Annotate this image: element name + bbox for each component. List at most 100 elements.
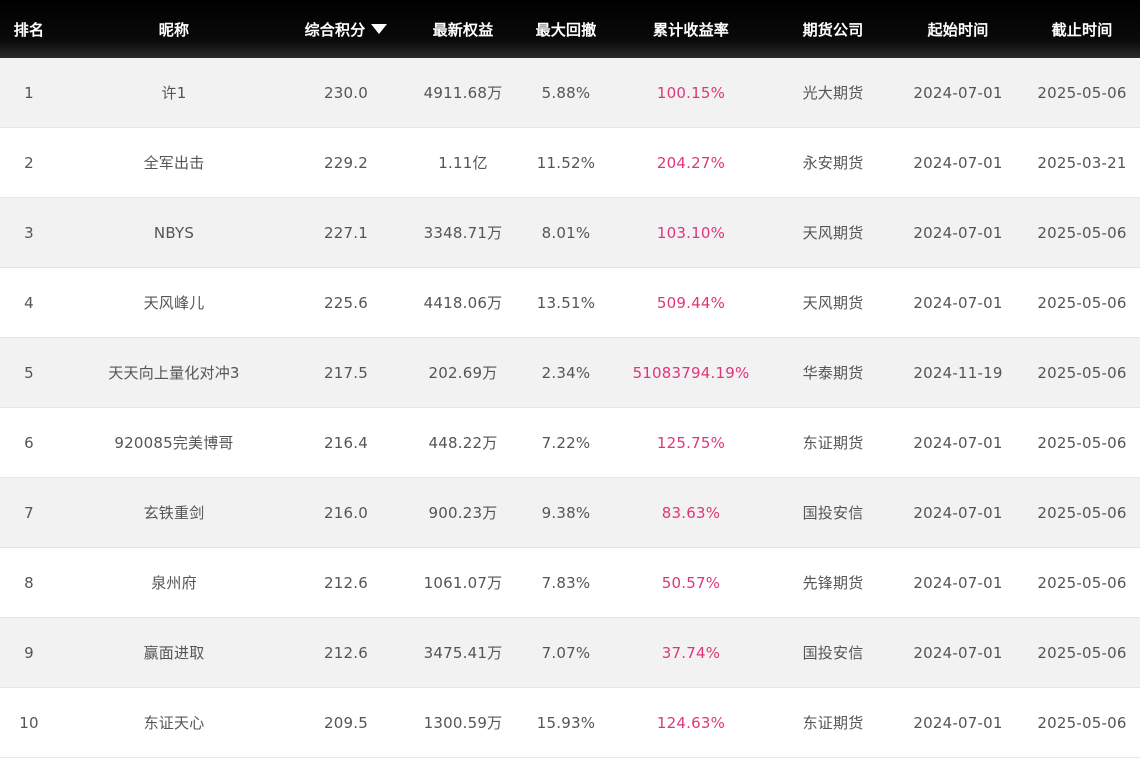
- cell-company: 永安期货: [802, 154, 864, 172]
- table-row[interactable]: 1 许1 230.0 4911.68万 5.88% 100.15% 光大期货 2024-07-…: [0, 58, 1140, 128]
- cell-drawdown: 8.01%: [541, 223, 591, 242]
- cell-nickname: 许1: [161, 84, 187, 102]
- cell-equity: 4418.06万: [423, 294, 503, 312]
- cell-equity: 1061.07万: [423, 574, 503, 592]
- table-row[interactable]: 8 泉州府 212.6 1061.07万 7.83% 50.57% 先锋期货 2024-07-…: [0, 548, 1140, 618]
- cell-end-time: 2025-05-06: [1037, 643, 1127, 662]
- cell-nickname: 天天向上量化对冲3: [108, 364, 240, 382]
- cell-rank: 6: [24, 433, 34, 452]
- header-nickname[interactable]: 昵称: [58, 0, 290, 58]
- cell-end-time: 2025-05-06: [1037, 363, 1127, 382]
- cell-company: 东证期货: [802, 434, 864, 452]
- cell-score: 212.6: [324, 643, 368, 662]
- cell-start-time: 2024-07-01: [913, 293, 1003, 312]
- cell-nickname: 920085完美博哥: [114, 434, 234, 452]
- cell-rank: 8: [24, 573, 34, 592]
- cell-drawdown: 7.22%: [541, 433, 591, 452]
- cell-start-time: 2024-07-01: [913, 83, 1003, 102]
- table-body: 1 许1 230.0 4911.68万 5.88% 100.15% 光大期货 2024-07-…: [0, 58, 1140, 758]
- cell-nickname: 天风峰儿: [143, 294, 205, 312]
- cell-nickname: 东证天心: [143, 714, 205, 732]
- cell-equity: 1300.59万: [423, 714, 503, 732]
- cell-return: 125.75%: [656, 433, 726, 452]
- cell-end-time: 2025-05-06: [1037, 573, 1127, 592]
- cell-start-time: 2024-07-01: [913, 503, 1003, 522]
- cell-start-time: 2024-11-19: [913, 363, 1003, 382]
- cell-nickname: 赢面进取: [143, 644, 205, 662]
- cell-rank: 1: [24, 83, 34, 102]
- cell-company: 先锋期货: [802, 574, 864, 592]
- cell-equity: 900.23万: [428, 504, 498, 522]
- cell-drawdown: 7.83%: [541, 573, 591, 592]
- table-row[interactable]: 3 NBYS 227.1 3348.71万 8.01% 103.10% 天风期货 2024-0…: [0, 198, 1140, 268]
- header-drawdown[interactable]: 最大回撤: [524, 0, 608, 58]
- table-row[interactable]: 10 东证天心 209.5 1300.59万 15.93% 124.63% 东证期货 2024…: [0, 688, 1140, 758]
- cell-drawdown: 2.34%: [541, 363, 591, 382]
- cell-equity: 202.69万: [428, 364, 498, 382]
- cell-end-time: 2025-05-06: [1037, 433, 1127, 452]
- cell-return: 103.10%: [656, 223, 726, 242]
- cell-return: 51083794.19%: [632, 363, 750, 382]
- cell-company: 国投安信: [802, 504, 864, 522]
- table-row[interactable]: 6 920085完美博哥 216.4 448.22万 7.22% 125.75% 东证期货 2…: [0, 408, 1140, 478]
- cell-return: 50.57%: [661, 573, 721, 592]
- cell-equity: 3475.41万: [423, 644, 503, 662]
- table-row[interactable]: 2 全军出击 229.2 1.11亿 11.52% 204.27% 永安期货 2024-07-…: [0, 128, 1140, 198]
- cell-company: 天风期货: [802, 224, 864, 242]
- cell-score: 229.2: [324, 153, 368, 172]
- cell-end-time: 2025-05-06: [1037, 503, 1127, 522]
- cell-company: 华泰期货: [802, 364, 864, 382]
- cell-end-time: 2025-03-21: [1037, 153, 1127, 172]
- cell-equity: 3348.71万: [423, 224, 503, 242]
- cell-score: 216.0: [324, 503, 368, 522]
- cell-return: 37.74%: [661, 643, 721, 662]
- header-end-time[interactable]: 截止时间: [1024, 0, 1140, 58]
- cell-rank: 4: [24, 293, 34, 312]
- table-row[interactable]: 4 天风峰儿 225.6 4418.06万 13.51% 509.44% 天风期货 2024-…: [0, 268, 1140, 338]
- header-equity[interactable]: 最新权益: [402, 0, 524, 58]
- header-rank[interactable]: 排名: [0, 0, 58, 58]
- cell-return: 83.63%: [661, 503, 721, 522]
- cell-score: 227.1: [324, 223, 368, 242]
- header-return[interactable]: 累计收益率: [608, 0, 774, 58]
- cell-nickname: 泉州府: [151, 574, 197, 592]
- cell-score: 230.0: [324, 83, 368, 102]
- cell-return: 509.44%: [656, 293, 726, 312]
- cell-rank: 3: [24, 223, 34, 242]
- cell-company: 国投安信: [802, 644, 864, 662]
- cell-score: 217.5: [324, 363, 368, 382]
- caret-down-icon[interactable]: [371, 24, 388, 34]
- cell-return: 100.15%: [656, 83, 726, 102]
- header-start-time[interactable]: 起始时间: [892, 0, 1024, 58]
- cell-drawdown: 5.88%: [541, 83, 591, 102]
- cell-company: 天风期货: [802, 294, 864, 312]
- cell-drawdown: 11.52%: [536, 153, 596, 172]
- cell-equity: 4911.68万: [423, 84, 503, 102]
- cell-end-time: 2025-05-06: [1037, 713, 1127, 732]
- table-row[interactable]: 5 天天向上量化对冲3 217.5 202.69万 2.34% 51083794.19% 华…: [0, 338, 1140, 408]
- cell-score: 225.6: [324, 293, 368, 312]
- cell-start-time: 2024-07-01: [913, 713, 1003, 732]
- table-header: 排名 昵称 综合积分 最新权益 最大回撤 累计收益率 期货公司 起始时间 截止时…: [0, 0, 1140, 58]
- header-company[interactable]: 期货公司: [774, 0, 892, 58]
- cell-drawdown: 9.38%: [541, 503, 591, 522]
- cell-equity: 1.11亿: [438, 154, 488, 172]
- cell-start-time: 2024-07-01: [913, 643, 1003, 662]
- table-row[interactable]: 9 赢面进取 212.6 3475.41万 7.07% 37.74% 国投安信 2024-07…: [0, 618, 1140, 688]
- cell-rank: 10: [19, 713, 39, 732]
- header-score-sort[interactable]: 综合积分: [290, 0, 402, 58]
- cell-score: 216.4: [324, 433, 368, 452]
- cell-end-time: 2025-05-06: [1037, 293, 1127, 312]
- cell-score: 209.5: [324, 713, 368, 732]
- table-row[interactable]: 7 玄铁重剑 216.0 900.23万 9.38% 83.63% 国投安信 2024-07-…: [0, 478, 1140, 548]
- cell-end-time: 2025-05-06: [1037, 223, 1127, 242]
- cell-rank: 2: [24, 153, 34, 172]
- cell-start-time: 2024-07-01: [913, 153, 1003, 172]
- cell-company: 光大期货: [802, 84, 864, 102]
- cell-start-time: 2024-07-01: [913, 433, 1003, 452]
- cell-start-time: 2024-07-01: [913, 573, 1003, 592]
- cell-end-time: 2025-05-06: [1037, 83, 1127, 102]
- cell-rank: 9: [24, 643, 34, 662]
- cell-drawdown: 13.51%: [536, 293, 596, 312]
- cell-company: 东证期货: [802, 714, 864, 732]
